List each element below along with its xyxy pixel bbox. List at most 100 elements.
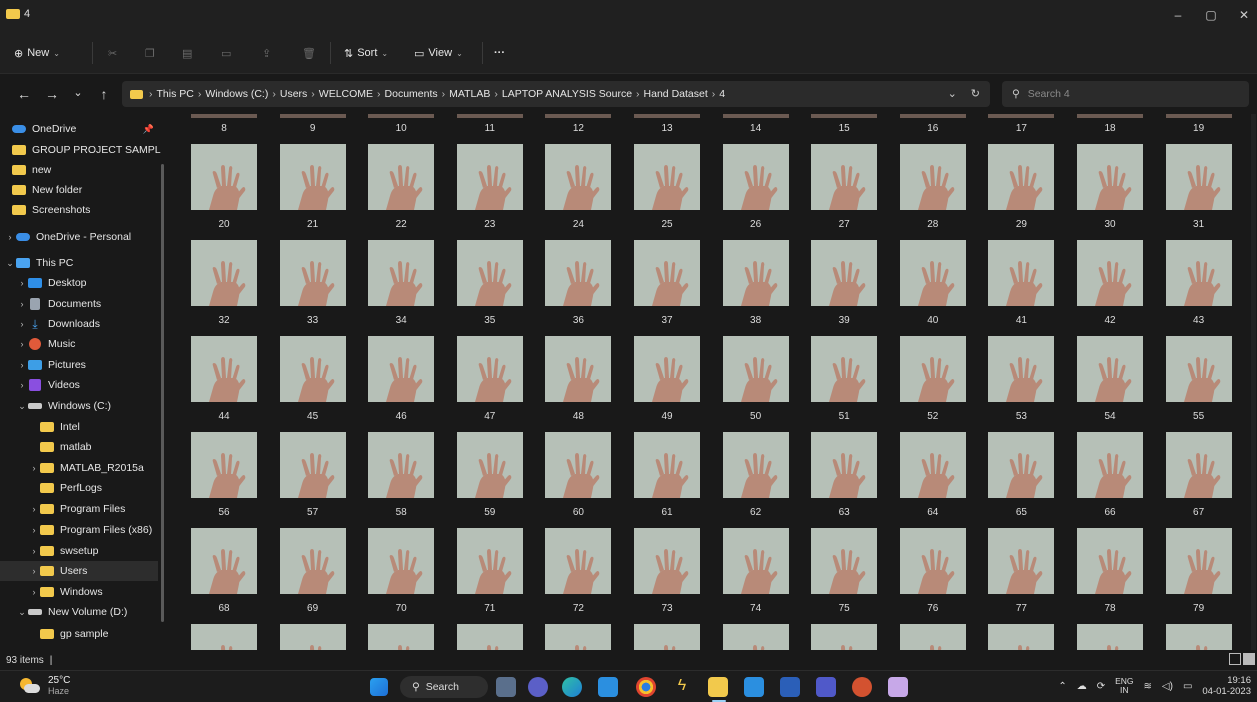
minimize-button[interactable]: – bbox=[1168, 8, 1188, 22]
input-language[interactable]: ENG IN bbox=[1115, 677, 1133, 695]
image-thumbnail[interactable] bbox=[279, 240, 346, 306]
file-name-label[interactable]: 11 bbox=[450, 123, 530, 137]
expand-chevron-icon[interactable]: › bbox=[28, 546, 40, 556]
image-thumbnail[interactable] bbox=[722, 432, 789, 498]
file-name-label[interactable]: 15 bbox=[804, 123, 884, 137]
image-thumbnail[interactable] bbox=[811, 336, 878, 402]
expand-chevron-icon[interactable]: › bbox=[16, 278, 28, 288]
image-thumbnail[interactable] bbox=[634, 432, 700, 498]
file-name-label[interactable]: 50 bbox=[716, 411, 796, 425]
close-button[interactable]: ✕ bbox=[1234, 8, 1254, 22]
battery-icon[interactable]: ▭ bbox=[1183, 681, 1192, 692]
thumbnail-partial[interactable] bbox=[811, 114, 878, 118]
image-thumbnail-partial[interactable] bbox=[899, 624, 966, 650]
recent-locations-chevron-icon[interactable]: ⌄ bbox=[70, 86, 86, 99]
image-thumbnail[interactable] bbox=[456, 144, 523, 210]
image-thumbnail[interactable] bbox=[368, 432, 435, 498]
sidebar-item-documents[interactable]: › Documents bbox=[0, 294, 158, 314]
file-name-label[interactable]: 59 bbox=[450, 507, 530, 521]
image-thumbnail[interactable] bbox=[1077, 336, 1143, 402]
image-thumbnail[interactable] bbox=[368, 240, 435, 306]
expand-chevron-icon[interactable]: › bbox=[28, 525, 40, 535]
file-name-label[interactable]: 44 bbox=[184, 411, 264, 425]
file-name-label[interactable]: 67 bbox=[1159, 507, 1239, 521]
file-name-label[interactable]: 57 bbox=[273, 507, 353, 521]
sidebar-item-onedrive[interactable]: OneDrive 📌 bbox=[0, 119, 158, 139]
more-options-button[interactable]: ··· bbox=[494, 43, 505, 63]
file-name-label[interactable]: 49 bbox=[627, 411, 707, 425]
file-name-label[interactable]: 39 bbox=[804, 315, 884, 329]
mail-icon[interactable] bbox=[598, 677, 618, 697]
sidebar-item-videos[interactable]: › Videos bbox=[0, 375, 158, 395]
file-name-label[interactable]: 36 bbox=[538, 315, 618, 329]
image-thumbnail[interactable] bbox=[634, 336, 700, 402]
file-name-label[interactable]: 47 bbox=[450, 411, 530, 425]
image-thumbnail[interactable] bbox=[988, 336, 1055, 402]
file-name-label[interactable]: 69 bbox=[273, 603, 353, 617]
weather-widget[interactable]: 25°C Haze bbox=[18, 675, 70, 696]
powerpoint-icon[interactable] bbox=[852, 677, 872, 697]
file-name-label[interactable]: 58 bbox=[361, 507, 441, 521]
image-thumbnail[interactable] bbox=[722, 528, 789, 594]
sidebar-item-perflogs[interactable]: PerfLogs bbox=[0, 478, 158, 498]
image-thumbnail[interactable] bbox=[1165, 432, 1232, 498]
image-thumbnail[interactable] bbox=[899, 528, 966, 594]
image-thumbnail[interactable] bbox=[279, 336, 346, 402]
image-thumbnail[interactable] bbox=[811, 144, 878, 210]
delete-button[interactable]: 🗑 bbox=[302, 43, 316, 63]
teams-icon[interactable] bbox=[816, 677, 836, 697]
file-name-label[interactable]: 68 bbox=[184, 603, 264, 617]
chrome-icon[interactable] bbox=[636, 677, 656, 697]
expand-chevron-icon[interactable]: › bbox=[16, 299, 28, 309]
file-name-label[interactable]: 40 bbox=[893, 315, 973, 329]
file-name-label[interactable]: 8 bbox=[184, 123, 264, 137]
expand-chevron-icon[interactable]: › bbox=[16, 339, 28, 349]
file-name-label[interactable]: 64 bbox=[893, 507, 973, 521]
image-thumbnail[interactable] bbox=[191, 240, 257, 306]
file-explorer-icon[interactable] bbox=[708, 677, 728, 697]
file-name-label[interactable]: 75 bbox=[804, 603, 884, 617]
breadcrumb-item[interactable]: LAPTOP ANALYSIS Source bbox=[502, 88, 632, 100]
image-thumbnail[interactable] bbox=[191, 432, 257, 498]
sidebar-item-music[interactable]: › Music bbox=[0, 334, 158, 354]
expand-chevron-icon[interactable]: › bbox=[4, 232, 16, 242]
image-thumbnail[interactable] bbox=[1077, 528, 1143, 594]
file-name-label[interactable]: 17 bbox=[981, 123, 1061, 137]
image-thumbnail[interactable] bbox=[368, 528, 435, 594]
sidebar-scrollbar[interactable] bbox=[161, 164, 164, 622]
file-name-label[interactable]: 74 bbox=[716, 603, 796, 617]
image-thumbnail[interactable] bbox=[1077, 144, 1143, 210]
image-thumbnail[interactable] bbox=[456, 528, 523, 594]
file-name-label[interactable]: 43 bbox=[1159, 315, 1239, 329]
sidebar-item-new-volume-d[interactable]: ⌄ New Volume (D:) bbox=[0, 602, 158, 622]
breadcrumb-item[interactable]: This PC bbox=[157, 88, 194, 100]
file-name-label[interactable]: 16 bbox=[893, 123, 973, 137]
sidebar-item-swsetup[interactable]: › swsetup bbox=[0, 541, 158, 561]
image-thumbnail[interactable] bbox=[545, 144, 612, 210]
volume-icon[interactable]: ◁) bbox=[1162, 681, 1173, 692]
image-thumbnail[interactable] bbox=[634, 528, 700, 594]
sort-button[interactable]: ⇅ Sort ⌄ bbox=[344, 43, 388, 63]
rename-button[interactable]: ▭ bbox=[221, 43, 231, 63]
file-name-label[interactable]: 76 bbox=[893, 603, 973, 617]
image-thumbnail[interactable] bbox=[634, 240, 700, 306]
search-input[interactable]: Search 4 bbox=[1028, 88, 1070, 100]
image-thumbnail[interactable] bbox=[1165, 240, 1232, 306]
image-thumbnail[interactable] bbox=[545, 432, 612, 498]
file-name-label[interactable]: 31 bbox=[1159, 219, 1239, 233]
image-thumbnail[interactable] bbox=[811, 432, 878, 498]
image-thumbnail-partial[interactable] bbox=[545, 624, 612, 650]
taskbar-search[interactable]: ⚲ Search bbox=[400, 676, 488, 698]
file-name-label[interactable]: 51 bbox=[804, 411, 884, 425]
file-name-label[interactable]: 10 bbox=[361, 123, 441, 137]
file-name-label[interactable]: 33 bbox=[273, 315, 353, 329]
file-name-label[interactable]: 9 bbox=[273, 123, 353, 137]
thumbnail-partial[interactable] bbox=[545, 114, 612, 118]
thumbnail-partial[interactable] bbox=[634, 114, 700, 118]
thumbnail-partial[interactable] bbox=[456, 114, 523, 118]
wifi-icon[interactable]: ≋ bbox=[1144, 681, 1152, 692]
file-name-label[interactable]: 20 bbox=[184, 219, 264, 233]
image-thumbnail[interactable] bbox=[545, 240, 612, 306]
image-thumbnail[interactable] bbox=[811, 528, 878, 594]
image-thumbnail[interactable] bbox=[191, 144, 257, 210]
